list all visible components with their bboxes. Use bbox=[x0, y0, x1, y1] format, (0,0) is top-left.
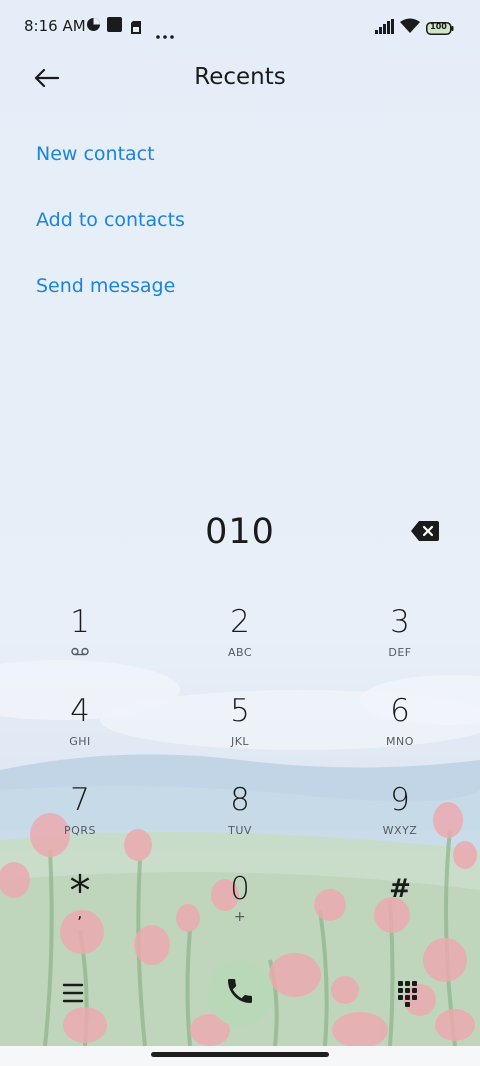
backspace-button[interactable] bbox=[410, 520, 444, 548]
backspace-icon bbox=[410, 521, 440, 546]
add-to-contacts-link[interactable]: Add to contacts bbox=[36, 209, 185, 231]
battery-level: 100 bbox=[430, 22, 447, 31]
key-letters: PQRS bbox=[64, 824, 96, 837]
key-digit: 8 bbox=[230, 782, 250, 818]
key-digit: 4 bbox=[70, 693, 90, 729]
status-time: 8:16 AM bbox=[24, 17, 86, 35]
key-digit: 0 bbox=[230, 871, 250, 907]
key-letters bbox=[340, 913, 460, 927]
key-hash[interactable]: # bbox=[340, 867, 460, 947]
wifi-icon bbox=[400, 18, 420, 38]
key-letters: TUV bbox=[228, 824, 252, 837]
key-3[interactable]: 3 DEF bbox=[340, 600, 460, 680]
key-letters: DEF bbox=[388, 646, 412, 659]
key-5[interactable]: 5 JKL bbox=[180, 689, 300, 769]
more-dots-icon bbox=[156, 24, 174, 43]
key-letters: + bbox=[233, 909, 247, 925]
voicemail-icon bbox=[20, 646, 140, 660]
key-digit: 7 bbox=[70, 782, 90, 818]
key-0[interactable]: 0 + bbox=[180, 867, 300, 947]
key-letters: MNO bbox=[386, 735, 414, 748]
dialpad-button[interactable] bbox=[388, 976, 426, 1010]
key-letters: , bbox=[77, 903, 83, 922]
vpn-icon bbox=[86, 17, 101, 36]
dialer-screen: { "status_bar": { "time": "8:16 AM", "ba… bbox=[0, 0, 480, 1066]
phone-icon bbox=[224, 975, 256, 1011]
status-bar: 8:16 AM 100 bbox=[0, 0, 480, 56]
key-digit: # bbox=[389, 874, 411, 904]
dialpad-grid-icon bbox=[388, 981, 426, 1014]
signal-icon bbox=[375, 19, 395, 38]
key-digit: 6 bbox=[390, 693, 410, 729]
key-digit: 1 bbox=[70, 604, 90, 640]
key-digit: 2 bbox=[230, 604, 250, 640]
key-2[interactable]: 2 ABC bbox=[180, 600, 300, 680]
key-digit: 3 bbox=[390, 604, 410, 640]
call-button[interactable] bbox=[207, 960, 273, 1026]
hamburger-menu-icon bbox=[56, 983, 90, 1014]
key-1[interactable]: 1 bbox=[20, 600, 140, 680]
key-8[interactable]: 8 TUV bbox=[180, 778, 300, 858]
new-contact-link[interactable]: New contact bbox=[36, 143, 155, 165]
page-title: Recents bbox=[194, 64, 286, 90]
send-message-link[interactable]: Send message bbox=[36, 275, 175, 297]
key-digit: 9 bbox=[390, 782, 410, 818]
key-star[interactable]: * , bbox=[20, 867, 140, 947]
key-letters: WXYZ bbox=[382, 824, 418, 837]
dialed-number: 010 bbox=[205, 512, 275, 552]
key-4[interactable]: 4 GHI bbox=[20, 689, 140, 769]
key-digit: 5 bbox=[230, 693, 250, 729]
key-letters: ABC bbox=[227, 646, 253, 659]
key-9[interactable]: 9 WXYZ bbox=[340, 778, 460, 858]
home-gesture-handle[interactable] bbox=[151, 1052, 329, 1057]
sim-card-icon bbox=[131, 19, 141, 38]
menu-button[interactable] bbox=[56, 976, 90, 1010]
key-6[interactable]: 6 MNO bbox=[340, 689, 460, 769]
key-letters: JKL bbox=[230, 735, 250, 748]
notification-square-icon bbox=[107, 17, 122, 36]
key-letters: GHI bbox=[69, 735, 91, 748]
key-7[interactable]: 7 PQRS bbox=[20, 778, 140, 858]
